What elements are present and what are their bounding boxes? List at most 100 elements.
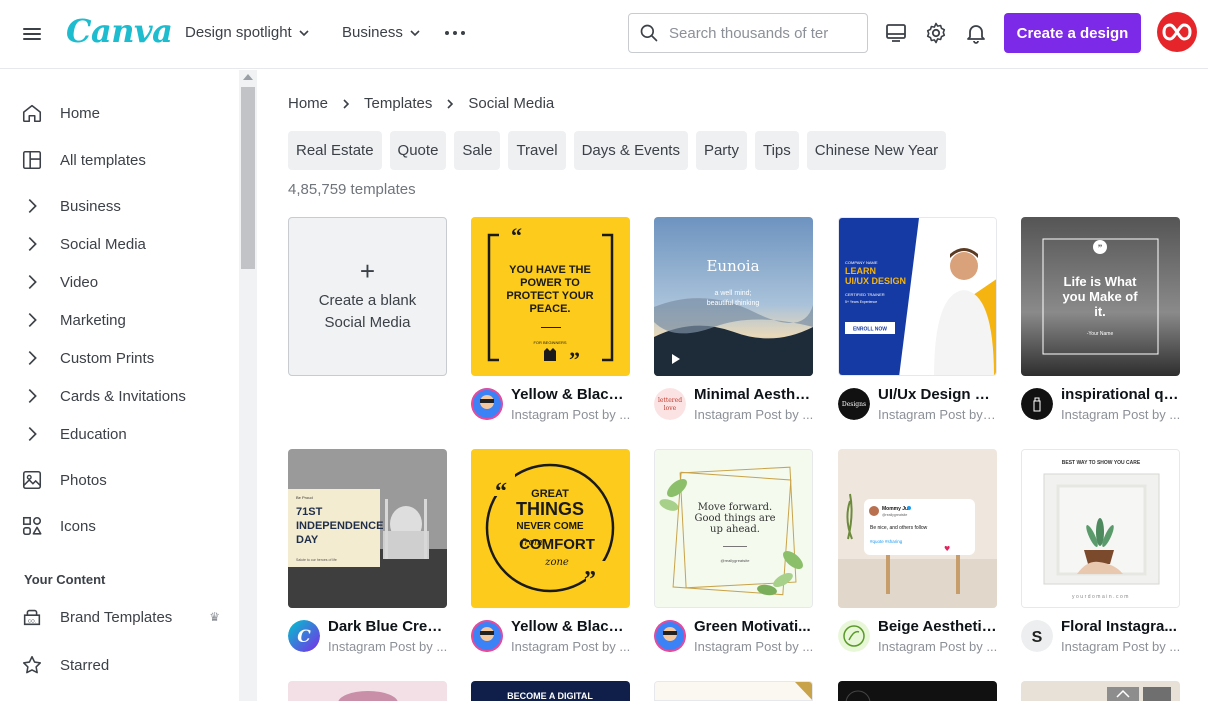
chip-chinese-new-year[interactable]: Chinese New Year bbox=[806, 131, 947, 170]
creator-avatar bbox=[838, 620, 870, 652]
home-icon bbox=[20, 101, 44, 125]
template-title: Floral Instagra... bbox=[1061, 618, 1177, 635]
sidebar-item-starred[interactable]: Starred bbox=[20, 650, 230, 680]
svg-text:COMFORT: COMFORT bbox=[519, 536, 595, 553]
create-blank-card[interactable]: + Create a blank Social Media bbox=[288, 217, 447, 376]
template-thumbnail[interactable] bbox=[654, 681, 813, 701]
chip-travel[interactable]: Travel bbox=[508, 131, 566, 170]
svg-text:#quote #sharing: #quote #sharing bbox=[870, 539, 903, 544]
search-box[interactable] bbox=[628, 13, 868, 53]
template-thumbnail[interactable] bbox=[838, 681, 997, 701]
svg-text:CERTIFIED TRAINER: CERTIFIED TRAINER bbox=[845, 292, 885, 297]
template-thumbnail[interactable]: COMPANY NAME LEARN UI/UX DESIGN CERTIFIE… bbox=[838, 217, 997, 376]
template-thumbnail[interactable]: “ YOU HAVE THE POWER TO PROTECT YOUR PEA… bbox=[471, 217, 630, 376]
breadcrumb-home[interactable]: Home bbox=[288, 95, 328, 112]
template-thumbnail[interactable]: Move forward. Good things are up ahead. … bbox=[654, 449, 813, 608]
template-thumbnail[interactable]: “ ” GREAT THINGS NEVER COME from COMFORT… bbox=[471, 449, 630, 608]
chip-party[interactable]: Party bbox=[695, 131, 747, 170]
chip-tips[interactable]: Tips bbox=[754, 131, 799, 170]
sidebar-item-business[interactable]: Business bbox=[20, 191, 230, 221]
sidebar-item-education[interactable]: Education bbox=[20, 419, 230, 449]
template-meta[interactable]: lettered love Minimal Aesthe... Instagram… bbox=[654, 386, 834, 426]
template-meta[interactable]: Yellow & Black ... Instagram Post by ... bbox=[471, 386, 651, 426]
template-thumbnail[interactable]: Mommy Jul @reallygreatsite Be nice, and … bbox=[838, 449, 997, 608]
sidebar-item-label: Social Media bbox=[60, 235, 146, 253]
user-avatar[interactable] bbox=[1157, 12, 1197, 52]
search-icon bbox=[640, 24, 658, 42]
template-title: Yellow & Black ... bbox=[511, 386, 631, 403]
nav-design-spotlight[interactable]: Design spotlight bbox=[185, 24, 310, 41]
breadcrumb-social-media: Social Media bbox=[468, 95, 555, 112]
bell-icon[interactable] bbox=[964, 21, 988, 45]
svg-text:”: ” bbox=[1098, 243, 1103, 253]
sidebar-item-video[interactable]: Video bbox=[20, 267, 230, 297]
template-thumbnail[interactable]: ” Life is What you Make of it. -Your Nam… bbox=[1021, 217, 1180, 376]
template-meta[interactable]: S Floral Instagra... Instagram Post by .… bbox=[1021, 618, 1201, 658]
chip-quote[interactable]: Quote bbox=[389, 131, 447, 170]
star-icon bbox=[20, 653, 44, 677]
template-thumbnail[interactable] bbox=[288, 681, 447, 701]
brand-icon: CO. bbox=[20, 605, 44, 629]
creator-avatar bbox=[654, 620, 686, 652]
blank-card-line2: Social Media bbox=[324, 313, 411, 331]
crown-icon: ♛ bbox=[209, 610, 220, 624]
svg-text:a well mind;: a well mind; bbox=[715, 290, 752, 297]
sidebar-item-all-templates[interactable]: All templates bbox=[20, 145, 230, 175]
chip-sale[interactable]: Sale bbox=[454, 131, 501, 170]
scroll-up-arrow-icon[interactable] bbox=[243, 74, 253, 80]
chevron-right-icon bbox=[20, 308, 44, 332]
chevron-right-icon bbox=[20, 232, 44, 256]
template-title: Minimal Aesthe... bbox=[694, 386, 814, 403]
template-thumbnail[interactable]: BECOME A DIGITAL bbox=[471, 681, 630, 701]
sidebar-scroll-thumb[interactable] bbox=[241, 87, 255, 269]
sidebar-item-home[interactable]: Home bbox=[20, 98, 230, 128]
template-meta[interactable]: inspirational qo... Instagram Post by ..… bbox=[1021, 386, 1201, 426]
templates-icon bbox=[20, 148, 44, 172]
svg-text:COMPANY NAME: COMPANY NAME bbox=[845, 260, 878, 265]
template-thumbnail[interactable]: Eunoia a well mind; beautiful thinking bbox=[654, 217, 813, 376]
sidebar-item-photos[interactable]: Photos bbox=[20, 465, 230, 495]
template-thumbnail[interactable] bbox=[1021, 681, 1180, 701]
template-meta[interactable]: Green Motivati... Instagram Post by ... bbox=[654, 618, 834, 658]
template-meta[interactable]: C Dark Blue Crea... Instagram Post by ..… bbox=[288, 618, 468, 658]
sidebar-item-icons[interactable]: Icons bbox=[20, 511, 230, 541]
template-meta[interactable]: Designs UI/Ux Design Tr... Instagram Pos… bbox=[838, 386, 1018, 426]
sidebar-item-social-media[interactable]: Social Media bbox=[20, 229, 230, 259]
svg-text:C: C bbox=[297, 627, 311, 647]
sidebar-item-label: Brand Templates bbox=[60, 608, 173, 626]
create-design-button[interactable]: Create a design bbox=[1004, 13, 1141, 53]
template-meta[interactable]: Beige Aesthetic... Instagram Post by ... bbox=[838, 618, 1018, 658]
template-title: Green Motivati... bbox=[694, 618, 811, 635]
nav-business[interactable]: Business bbox=[342, 24, 421, 41]
sidebar-item-marketing[interactable]: Marketing bbox=[20, 305, 230, 335]
sidebar-item-custom-prints[interactable]: Custom Prints bbox=[20, 343, 230, 373]
template-title: UI/Ux Design Tr... bbox=[878, 386, 998, 403]
chevron-right-icon bbox=[343, 98, 350, 109]
chevron-right-icon bbox=[20, 346, 44, 370]
template-subtitle: Instagram Post by ... bbox=[511, 639, 631, 654]
chip-real-estate[interactable]: Real Estate bbox=[288, 131, 382, 170]
creator-avatar bbox=[471, 388, 503, 420]
gear-icon[interactable] bbox=[924, 21, 948, 45]
chevron-right-icon bbox=[20, 270, 44, 294]
chip-days-events[interactable]: Days & Events bbox=[573, 131, 688, 170]
menu-icon[interactable] bbox=[20, 22, 44, 46]
template-meta[interactable]: Yellow & Black ... Instagram Post by ... bbox=[471, 618, 651, 658]
svg-text:Designs: Designs bbox=[842, 401, 866, 408]
breadcrumb-templates[interactable]: Templates bbox=[364, 95, 432, 112]
more-icon[interactable] bbox=[443, 24, 467, 42]
sidebar-item-label: Custom Prints bbox=[60, 349, 155, 367]
sidebar-item-brand-templates[interactable]: CO. Brand Templates ♛ bbox=[20, 602, 230, 632]
sidebar-item-label: Marketing bbox=[60, 311, 126, 329]
desktop-icon[interactable] bbox=[884, 21, 908, 45]
shapes-icon bbox=[20, 514, 44, 538]
sidebar-item-cards-invitations[interactable]: Cards & Invitations bbox=[20, 381, 230, 411]
search-input[interactable] bbox=[669, 24, 839, 42]
template-thumbnail[interactable]: Be Proud 71ST INDEPENDENCE DAY Salute to… bbox=[288, 449, 447, 608]
template-thumbnail[interactable]: BEST WAY TO SHOW YOU CARE yourdomain.com bbox=[1021, 449, 1180, 608]
chevron-right-icon bbox=[20, 422, 44, 446]
svg-text:YOU HAVE THE: YOU HAVE THE bbox=[509, 264, 591, 276]
canva-logo[interactable]: Canva bbox=[66, 12, 173, 50]
svg-text:BEST WAY TO SHOW YOU CARE: BEST WAY TO SHOW YOU CARE bbox=[1062, 460, 1141, 466]
sidebar-item-label: Icons bbox=[60, 517, 96, 535]
